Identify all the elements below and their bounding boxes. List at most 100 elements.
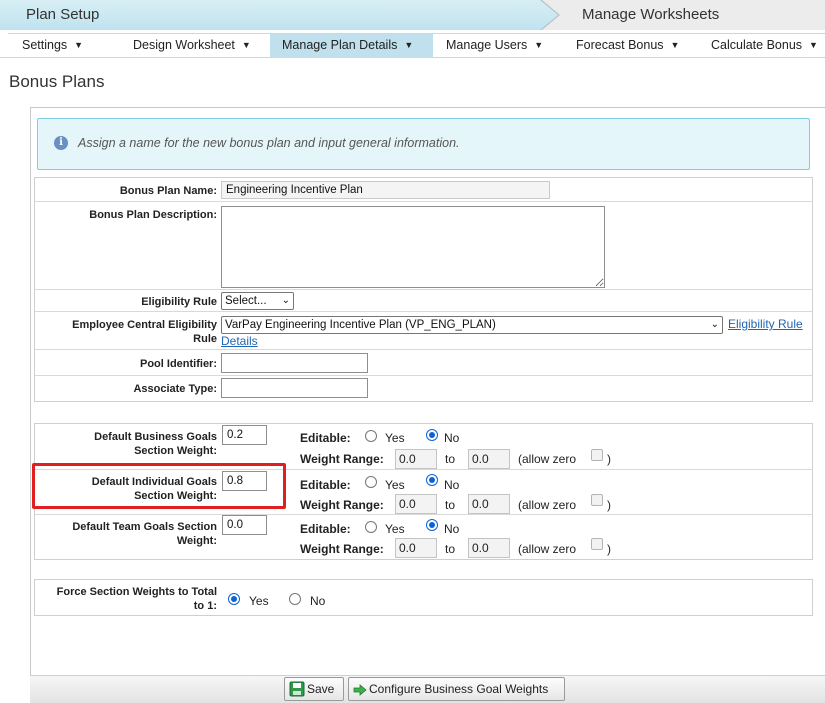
business-goals-weight-label: Default Business Goals Section Weight: (35, 430, 217, 458)
allow-zero-label: (allow zero (518, 498, 577, 512)
tab-calculate-bonus[interactable]: Calculate Bonus ▼ (699, 33, 825, 58)
chevron-down-icon: ▼ (534, 40, 544, 50)
team-goals-weight-label: Default Team Goals Section Weight: (35, 520, 217, 548)
plan-description-label: Bonus Plan Description: (89, 209, 217, 221)
individual-goals-weight-label: Default Individual Goals Section Weight: (35, 475, 217, 503)
associate-type-row: Associate Type: (35, 376, 812, 402)
tab-design-worksheet-label: Design Worksheet (133, 38, 235, 52)
associate-type-input[interactable] (221, 378, 368, 398)
allow-zero-close: ) (607, 452, 611, 466)
individual-editable-yes-radio[interactable] (365, 476, 377, 488)
general-info-form: Bonus Plan Name: Bonus Plan Description:… (34, 177, 813, 402)
range-to-label: to (445, 452, 456, 466)
arrow-right-icon (353, 684, 367, 696)
team-goals-weight-input[interactable] (222, 515, 267, 535)
force-weights-form: Force Section Weights to Total to 1: Yes … (34, 579, 813, 616)
eligibility-rule-select-value: Select... (225, 295, 267, 307)
eligibility-rule-row: Eligibility Rule Select... ⌄ (35, 290, 812, 312)
individual-range-to-input[interactable] (468, 494, 510, 514)
pool-identifier-input[interactable] (221, 353, 368, 373)
info-icon: i (54, 136, 68, 150)
chevron-down-icon: ▼ (404, 40, 414, 50)
allow-zero-label: (allow zero (518, 452, 577, 466)
editable-label: Editable: (300, 478, 351, 492)
chevron-down-icon: ▼ (74, 40, 84, 50)
force-weights-no-radio[interactable] (289, 593, 301, 605)
allow-zero-close: ) (607, 542, 611, 556)
chevron-down-icon: ▼ (241, 40, 251, 50)
range-to-label: to (445, 542, 456, 556)
range-to-label: to (445, 498, 456, 512)
info-message-text: Assign a name for the new bonus plan and… (78, 136, 460, 150)
force-weights-yes-label: Yes (249, 594, 269, 608)
eligibility-rule-select[interactable]: Select... ⌄ (221, 292, 294, 310)
tab-settings[interactable]: Settings ▼ (10, 33, 122, 58)
tab-manage-users-label: Manage Users (446, 38, 528, 52)
plan-name-input[interactable] (221, 181, 550, 199)
team-goals-weight-label-line2: Weight: (176, 535, 217, 547)
weight-range-label: Weight Range: (300, 452, 384, 466)
ec-eligibility-rule-select[interactable]: VarPay Engineering Incentive Plan (VP_EN… (221, 316, 723, 334)
eligibility-rule-details-link-wrap[interactable]: Details (221, 334, 258, 348)
business-goals-weight-label-line2: Section Weight: (134, 445, 217, 457)
team-range-from-input[interactable] (395, 538, 437, 558)
chevron-down-icon: ▼ (670, 40, 680, 50)
plan-description-textarea[interactable] (221, 206, 605, 288)
force-weights-label-line2: to 1: (193, 600, 217, 612)
individual-allow-zero-checkbox[interactable] (591, 494, 603, 506)
force-weights-no-label: No (310, 594, 326, 608)
team-goals-weight-row: Default Team Goals Section Weight: Editab… (35, 515, 812, 560)
individual-goals-weight-row: Default Individual Goals Section Weight: … (35, 470, 812, 515)
wizard-step-manage-worksheets-label[interactable]: Manage Worksheets (582, 6, 719, 23)
chevron-down-icon: ⌄ (281, 295, 290, 306)
team-range-to-input[interactable] (468, 538, 510, 558)
business-editable-yes-radio[interactable] (365, 430, 377, 442)
save-icon (289, 681, 305, 697)
allow-zero-label: (allow zero (518, 542, 577, 556)
team-allow-zero-checkbox[interactable] (591, 538, 603, 550)
force-weights-label: Force Section Weights to Total to 1: (35, 585, 217, 613)
individual-range-from-input[interactable] (395, 494, 437, 514)
tab-manage-users[interactable]: Manage Users ▼ (434, 33, 564, 58)
weight-range-label: Weight Range: (300, 498, 384, 512)
ec-eligibility-rule-label-line1: Employee Central Eligibility (72, 319, 217, 331)
force-weights-yes-radio[interactable] (228, 593, 240, 605)
business-range-to-input[interactable] (468, 449, 510, 469)
configure-business-goal-weights-button[interactable]: Configure Business Goal Weights (348, 677, 565, 701)
business-goals-weight-label-line1: Default Business Goals (94, 431, 217, 443)
business-range-from-input[interactable] (395, 449, 437, 469)
individual-goals-weight-input[interactable] (222, 471, 267, 491)
individual-editable-no-label: No (444, 478, 460, 492)
business-allow-zero-checkbox[interactable] (591, 449, 603, 461)
team-goals-weight-label-line1: Default Team Goals Section (72, 521, 217, 533)
tab-manage-plan-details-label: Manage Plan Details (282, 38, 398, 52)
eligibility-rule-details-link[interactable]: Eligibility Rule (728, 317, 803, 331)
team-editable-no-radio[interactable] (426, 519, 438, 531)
save-button-label: Save (307, 682, 335, 696)
plan-name-label: Bonus Plan Name: (119, 185, 217, 197)
chevron-down-icon: ▼ (809, 40, 818, 50)
team-editable-yes-radio[interactable] (365, 521, 377, 533)
business-editable-no-radio[interactable] (426, 429, 438, 441)
tab-settings-label: Settings (22, 38, 68, 52)
associate-type-label: Associate Type: (133, 383, 217, 395)
tab-divider (8, 33, 825, 34)
business-goals-weight-input[interactable] (222, 425, 267, 445)
team-editable-yes-label: Yes (385, 522, 405, 536)
wizard-step-plan-setup-label[interactable]: Plan Setup (26, 6, 99, 23)
tab-design-worksheet[interactable]: Design Worksheet ▼ (121, 33, 269, 58)
individual-editable-yes-label: Yes (385, 478, 405, 492)
individual-editable-no-radio[interactable] (426, 474, 438, 486)
business-editable-yes-label: Yes (385, 431, 405, 445)
wizard-bar: Plan Setup Manage Worksheets (0, 0, 825, 30)
individual-goals-weight-label-line1: Default Individual Goals (91, 476, 217, 488)
save-button[interactable]: Save (284, 677, 344, 701)
ec-eligibility-rule-label-line2: Rule (193, 333, 217, 345)
force-weights-label-line1: Force Section Weights to Total (56, 586, 217, 598)
weight-range-label: Weight Range: (300, 542, 384, 556)
tab-forecast-bonus[interactable]: Forecast Bonus ▼ (564, 33, 700, 58)
chevron-down-icon: ⌄ (710, 319, 719, 330)
info-message: i Assign a name for the new bonus plan a… (37, 118, 810, 170)
tab-manage-plan-details[interactable]: Manage Plan Details ▼ (270, 33, 433, 58)
configure-business-goal-weights-label: Configure Business Goal Weights (369, 682, 549, 696)
